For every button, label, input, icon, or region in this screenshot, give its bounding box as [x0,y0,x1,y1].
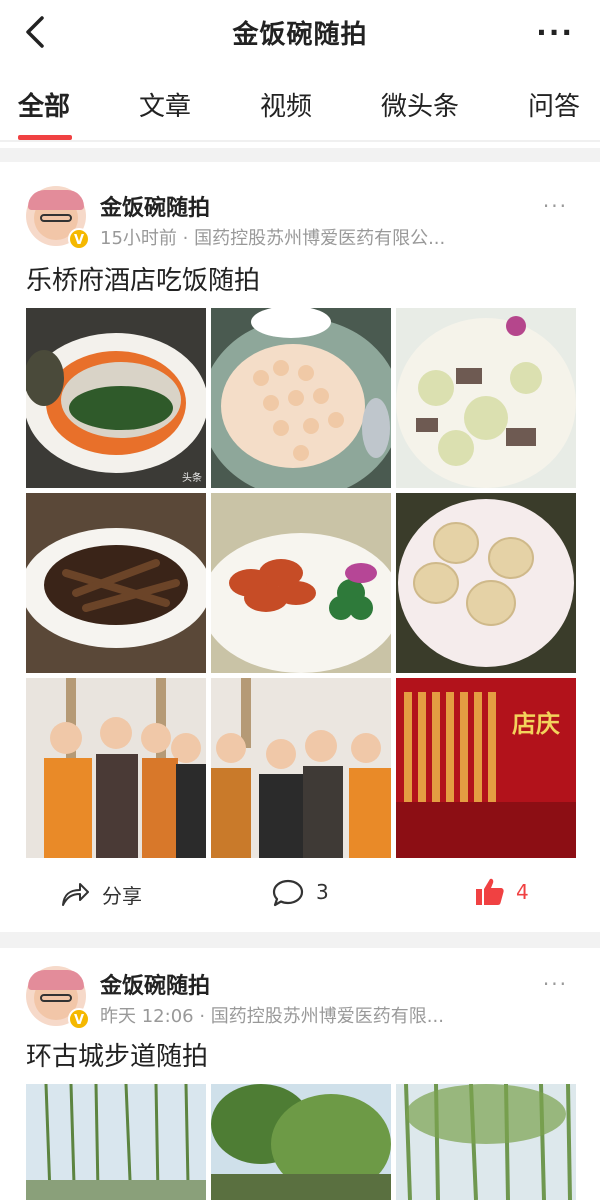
fish-dish-photo[interactable]: 头条 [26,308,206,488]
top-bar: 金饭碗随拍 ··· [0,0,600,64]
menu-board-photo[interactable]: 店庆 [396,678,576,858]
tab-all[interactable]: 全部 [18,86,70,123]
tab-articles[interactable]: 文章 [139,86,191,123]
prawn-dish-photo[interactable] [211,493,391,673]
avatar[interactable]: V [26,966,90,1030]
post-more-icon[interactable]: ··· [543,972,568,996]
divider [0,140,600,142]
post-title[interactable]: 乐桥府酒店吃饭随拍 [26,260,260,297]
share-button[interactable]: 分享 [60,876,180,912]
post-meta: 昨天 12:06 · 国药控股苏州博爱医药有限... [100,1006,444,1027]
willow-photo-3[interactable] [396,1084,576,1200]
author-name[interactable]: 金饭碗随拍 [100,190,210,222]
author-name[interactable]: 金饭碗随拍 [100,968,210,1000]
like-count: 4 [516,880,529,904]
comment-button[interactable]: 3 [272,876,372,912]
section-separator [0,148,600,162]
tab-videos[interactable]: 视频 [260,86,312,123]
post-meta: 15小时前 · 国药控股苏州博爱医药有限公... [100,228,446,249]
like-button[interactable]: 4 [474,874,554,912]
tab-micro-headlines[interactable]: 微头条 [381,86,459,123]
share-icon [62,883,89,906]
mixed-dish-photo[interactable] [396,308,576,488]
shrimp-dish-photo[interactable] [211,308,391,488]
willow-photo-2[interactable] [211,1084,391,1200]
post-title[interactable]: 环古城步道随拍 [26,1036,208,1073]
willow-photo-1[interactable] [26,1084,206,1200]
group-photo-1[interactable] [26,678,206,858]
avatar[interactable]: V [26,186,90,250]
pastry-dish-photo[interactable] [396,493,576,673]
thumbs-up-icon [476,878,504,905]
comment-count: 3 [316,880,329,904]
verified-badge-icon: V [68,1008,90,1030]
page-title: 金饭碗随拍 [232,20,368,50]
menu-heading: 店庆 [512,710,560,738]
comment-icon [272,879,304,907]
more-options-icon[interactable]: ··· [536,16,574,49]
post-more-icon[interactable]: ··· [543,194,568,218]
group-photo-2[interactable] [211,678,391,858]
verified-badge-icon: V [68,228,90,250]
watermark: 头条 [182,473,202,484]
eel-dish-photo[interactable] [26,493,206,673]
tab-qa[interactable]: 问答 [528,86,580,123]
tab-bar: 全部 文章 视频 微头条 问答 [0,72,600,132]
section-separator [0,932,600,948]
share-label: 分享 [102,884,142,908]
